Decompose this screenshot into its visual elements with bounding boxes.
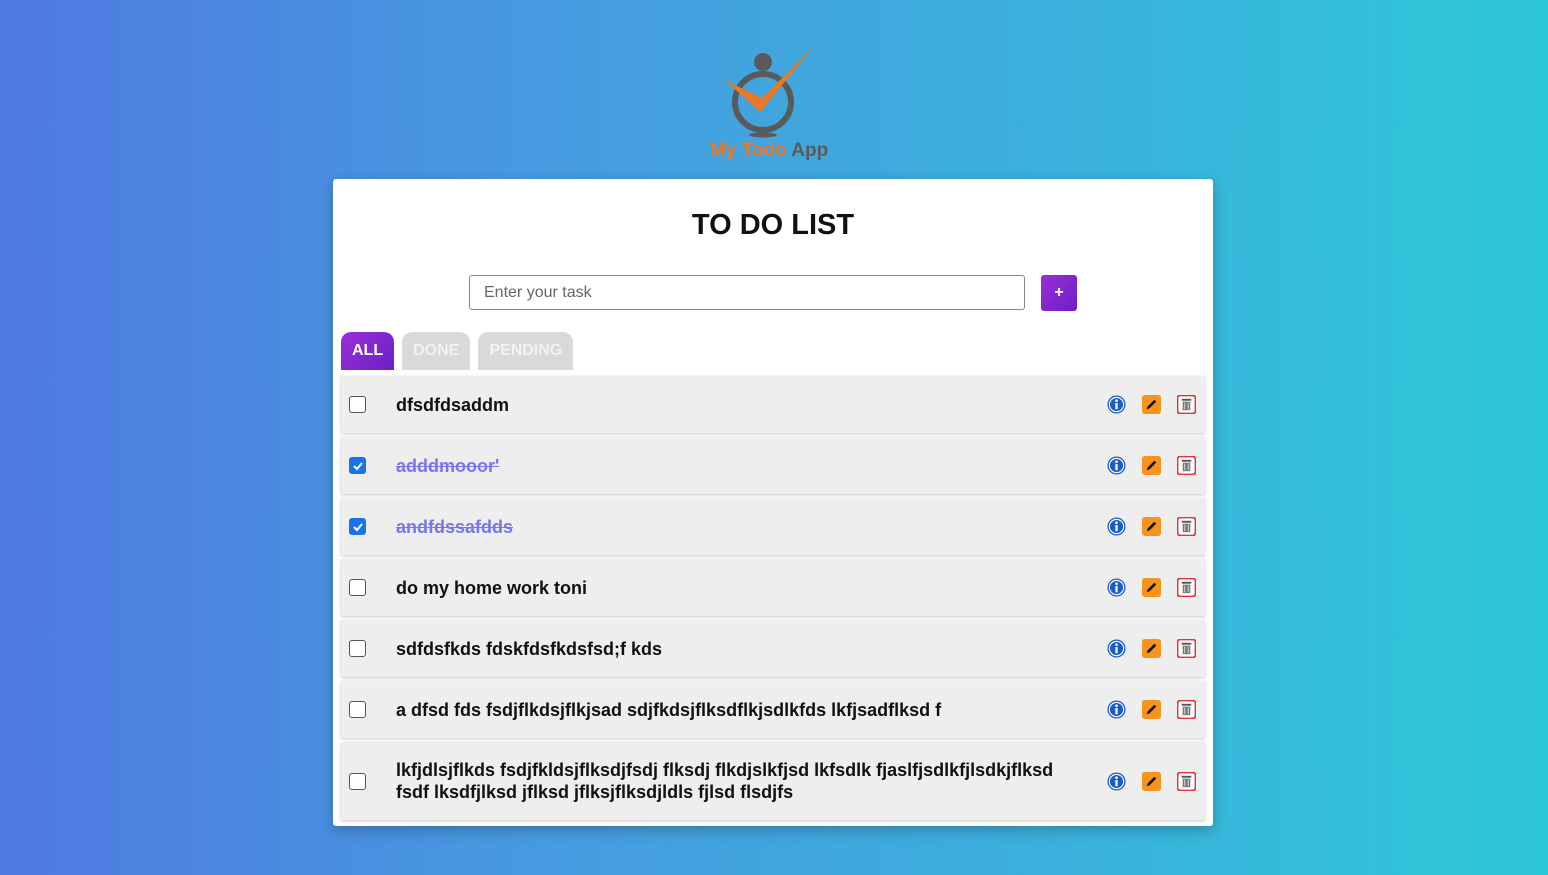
trash-icon[interactable] [1177, 700, 1196, 719]
task-actions [1107, 771, 1196, 791]
info-icon[interactable] [1107, 395, 1126, 414]
logo-icon [725, 45, 815, 138]
task-row: adddmooor' [341, 437, 1205, 494]
task-actions [1107, 700, 1196, 719]
task-list: dfsdfdsaddm adddmooor' andfdssafdds do m… [341, 376, 1205, 824]
task-checkbox[interactable] [349, 396, 366, 413]
task-input[interactable] [469, 275, 1025, 310]
pencil-icon[interactable] [1142, 700, 1161, 719]
task-row: dfsdfdsaddm [341, 376, 1205, 433]
logo-text-app: App [791, 140, 829, 161]
app-logo: My Todo App [700, 40, 848, 165]
task-row: andfdssafdds [341, 498, 1205, 555]
filter-tabs: ALL DONE PENDING [341, 332, 574, 370]
pencil-icon[interactable] [1142, 456, 1161, 475]
task-text: sdfdsfkds fdskfdsfkdsfsd;f kds [396, 638, 663, 659]
task-text: adddmooor' [396, 455, 500, 476]
task-checkbox[interactable] [349, 518, 366, 535]
info-icon[interactable] [1107, 771, 1126, 791]
pencil-icon[interactable] [1142, 578, 1161, 597]
task-actions [1107, 456, 1196, 475]
pencil-icon[interactable] [1142, 771, 1161, 791]
pencil-icon[interactable] [1142, 517, 1161, 536]
logo-text-my: My Todo [710, 140, 787, 161]
add-task-button[interactable]: + [1041, 275, 1077, 311]
info-icon[interactable] [1107, 456, 1126, 475]
task-row: sdfdsfkds fdskfdsfkdsfsd;f kds [341, 620, 1205, 677]
task-actions [1107, 578, 1196, 597]
task-row: do my home work toni [341, 559, 1205, 616]
task-checkbox[interactable] [349, 701, 366, 718]
task-actions [1107, 395, 1196, 414]
task-actions [1107, 517, 1196, 536]
task-text: do my home work toni [396, 577, 588, 598]
info-icon[interactable] [1107, 517, 1126, 536]
trash-icon[interactable] [1177, 771, 1196, 791]
task-row: lkfjdlsjflkds fsdjfkldsjflksdjfsdj flksd… [341, 742, 1205, 820]
trash-icon[interactable] [1177, 517, 1196, 536]
task-row: a dfsd fds fsdjflkdsjflkjsad sdjfkdsjflk… [341, 681, 1205, 738]
tab-done[interactable]: DONE [402, 332, 471, 370]
task-text: dfsdfdsaddm [396, 394, 510, 415]
tab-all[interactable]: ALL [341, 332, 395, 370]
pencil-icon[interactable] [1142, 395, 1161, 414]
task-text: lkfjdlsjflkds fsdjfkldsjflksdjfsdj flksd… [396, 760, 1054, 802]
task-checkbox[interactable] [349, 640, 366, 657]
task-checkbox[interactable] [349, 457, 366, 474]
page-title: TO DO LIST [691, 209, 855, 241]
todo-card: TO DO LIST + ALL DONE PENDING dfsdfdsadd… [333, 179, 1213, 826]
info-icon[interactable] [1107, 639, 1126, 658]
info-icon[interactable] [1107, 578, 1126, 597]
trash-icon[interactable] [1177, 639, 1196, 658]
trash-icon[interactable] [1177, 395, 1196, 414]
task-text: andfdssafdds [396, 516, 514, 537]
logo-text: My Todo App [710, 140, 828, 162]
task-text: a dfsd fds fsdjflkdsjflkjsad sdjfkdsjflk… [396, 699, 942, 720]
info-icon[interactable] [1107, 700, 1126, 719]
pencil-icon[interactable] [1142, 639, 1161, 658]
task-actions [1107, 639, 1196, 658]
trash-icon[interactable] [1177, 578, 1196, 597]
tab-pending[interactable]: PENDING [478, 332, 574, 370]
trash-icon[interactable] [1177, 456, 1196, 475]
task-checkbox[interactable] [349, 579, 366, 596]
task-checkbox[interactable] [349, 772, 366, 790]
